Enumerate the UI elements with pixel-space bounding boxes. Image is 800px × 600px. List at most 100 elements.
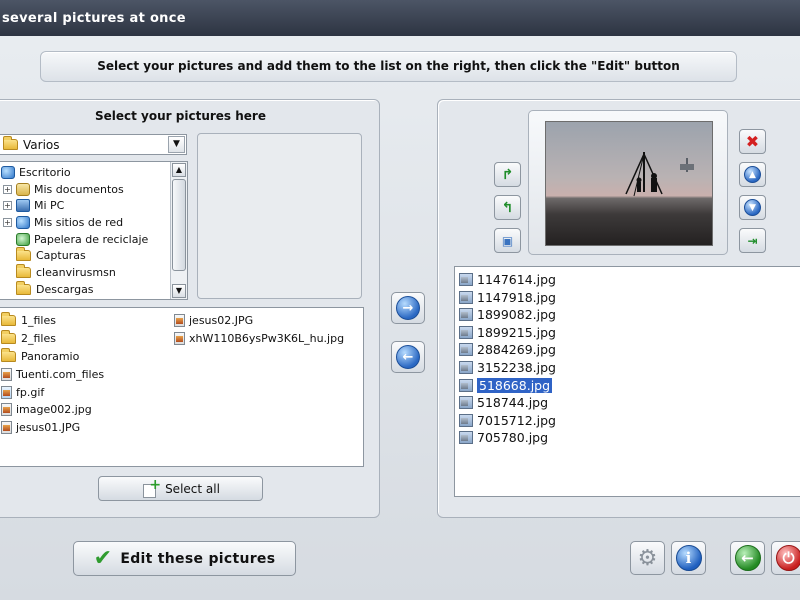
file-name: fp.gif [16, 385, 45, 399]
image-file-name: 1899082.jpg [477, 307, 556, 323]
rotate-left-icon: ↰ [501, 199, 514, 216]
image-file-icon [174, 314, 185, 328]
image-file-name: 705780.jpg [477, 430, 549, 446]
back-button[interactable]: ← [730, 541, 765, 575]
image-list-item[interactable]: 3152238.jpg [459, 359, 556, 376]
arrow-up-icon: ▲ [744, 166, 761, 183]
tree-item[interactable]: Escritorio [1, 164, 187, 181]
image-file-icon [459, 396, 473, 410]
move-down-button[interactable]: ▼ [739, 195, 766, 220]
rotate-left-button[interactable]: ↰ [494, 195, 521, 220]
image-list-item[interactable]: 518744.jpg [459, 394, 548, 411]
file-name: Panoramio [21, 349, 80, 363]
network-icon [16, 215, 30, 229]
image-list-item[interactable]: 2884269.jpg [459, 341, 556, 358]
zoom-image-button[interactable]: ▣ [494, 228, 521, 253]
image-file-icon [459, 325, 473, 339]
tree-item[interactable]: + Mi PC [1, 197, 187, 214]
expand-icon[interactable]: + [3, 201, 12, 211]
scroll-thumb[interactable] [172, 179, 186, 271]
folder-icon [16, 247, 31, 262]
file-name: xhW110B6ysPw3K6L_hu.jpg [189, 332, 345, 346]
folder-icon [1, 330, 16, 345]
tree-item[interactable]: Papelera de reciclaje [1, 231, 187, 248]
file-item[interactable]: jesus01.JPG [1, 419, 104, 437]
quit-button[interactable]: ⏻ [771, 541, 800, 575]
image-list-item[interactable]: 1147614.jpg [459, 271, 556, 288]
checkmark-icon: ✔ [93, 545, 113, 571]
tree-item[interactable]: + Mis sitios de red [1, 214, 187, 231]
expand-icon[interactable]: + [3, 184, 12, 194]
scroll-up-icon[interactable]: ▲ [172, 163, 186, 177]
recycle-bin-icon [16, 232, 30, 246]
image-list-item[interactable]: 705780.jpg [459, 429, 548, 446]
file-item[interactable]: 2_files [1, 330, 104, 348]
tree-item[interactable]: Capturas [1, 247, 187, 264]
tree-item[interactable]: cleanvirusmsn [1, 263, 187, 281]
settings-button[interactable]: ⚙ [630, 541, 665, 575]
image-list-item[interactable]: 1899082.jpg [459, 306, 556, 323]
image-file-icon [459, 413, 473, 427]
image-file-icon [459, 308, 473, 322]
image-file-icon [1, 385, 12, 399]
arrow-down-icon: ▼ [744, 199, 761, 216]
close-icon: ✖ [745, 132, 760, 151]
image-file-name: 3152238.jpg [477, 360, 556, 375]
edit-pictures-button[interactable]: ✔ Edit these pictures [73, 541, 296, 576]
rotate-right-button[interactable]: ↱ [494, 162, 521, 187]
image-list-item[interactable]: 1147918.jpg [459, 289, 556, 306]
file-item[interactable]: Tuenti.com_files [1, 365, 104, 383]
image-list-item[interactable]: 1899215.jpg [459, 324, 556, 341]
image-file-icon [459, 378, 473, 392]
tree-scrollbar[interactable]: ▲ ▼ [170, 162, 187, 299]
image-file-name: 518668.jpg [477, 377, 553, 393]
select-all-button[interactable]: + Select all [98, 476, 263, 501]
file-name: jesus01.JPG [16, 421, 81, 435]
delete-button[interactable]: ✖ [739, 129, 766, 154]
file-name: 1_files [21, 314, 56, 328]
source-heading: Select your pictures here [95, 109, 266, 123]
folder-icon [3, 136, 18, 150]
image-list-item[interactable]: 7015712.jpg [459, 412, 556, 429]
scroll-down-icon[interactable]: ▼ [172, 284, 186, 298]
chevron-down-icon[interactable]: ▼ [168, 136, 185, 153]
tree-item-label: Escritorio [19, 165, 71, 179]
source-preview [197, 133, 362, 299]
image-list-item[interactable]: 518668.jpg [459, 377, 553, 394]
folder-combo[interactable]: Varios ▼ [0, 134, 187, 155]
image-file-icon [459, 290, 473, 304]
remove-from-list-button[interactable]: ← [391, 341, 425, 373]
tree-item-label: Mis documentos [34, 182, 124, 196]
image-file-icon [174, 332, 185, 346]
tree-item[interactable]: Descargas [1, 280, 187, 298]
tree-item-label: Mis sitios de red [34, 215, 124, 229]
file-list[interactable]: 1_files 2_files Panoramio Tuenti.com_filesf… [0, 307, 364, 467]
folder-icon [1, 312, 16, 327]
arrow-right-icon: → [396, 296, 420, 320]
move-up-button[interactable]: ▲ [739, 162, 766, 187]
file-item[interactable]: xhW110B6ysPw3K6L_hu.jpg [174, 330, 344, 348]
instructions-banner: Select your pictures and add them to the… [40, 51, 737, 82]
info-button[interactable]: i [671, 541, 706, 575]
tree-item-label: Descargas [36, 282, 94, 296]
expand-icon[interactable]: + [3, 217, 12, 227]
folder-tree[interactable]: Escritorio + Mis documentos + Mi PC + Mis siti… [0, 161, 188, 300]
folder-icon [16, 263, 31, 278]
add-to-list-button[interactable]: → [391, 292, 425, 324]
image-file-icon [1, 421, 12, 435]
image-file-icon [459, 431, 473, 445]
image-file-icon [1, 367, 12, 381]
info-icon: i [675, 545, 702, 571]
file-item[interactable]: image002.jpg [1, 401, 104, 419]
file-item[interactable]: 1_files [1, 312, 104, 330]
thumbnail-photo [545, 121, 713, 246]
selected-images-list[interactable]: 1147614.jpg 1147918.jpg 1899082.jpg 1899215… [454, 266, 800, 497]
tree-item[interactable]: + Mis documentos [1, 181, 187, 198]
file-item[interactable]: Panoramio [1, 347, 104, 366]
image-file-name: 2884269.jpg [477, 342, 556, 358]
file-item[interactable]: jesus02.JPG [174, 312, 344, 330]
folder-icon [1, 347, 16, 362]
file-name: 2_files [21, 332, 56, 346]
file-item[interactable]: fp.gif [1, 383, 104, 401]
insert-button[interactable]: ⇥ [739, 228, 766, 253]
